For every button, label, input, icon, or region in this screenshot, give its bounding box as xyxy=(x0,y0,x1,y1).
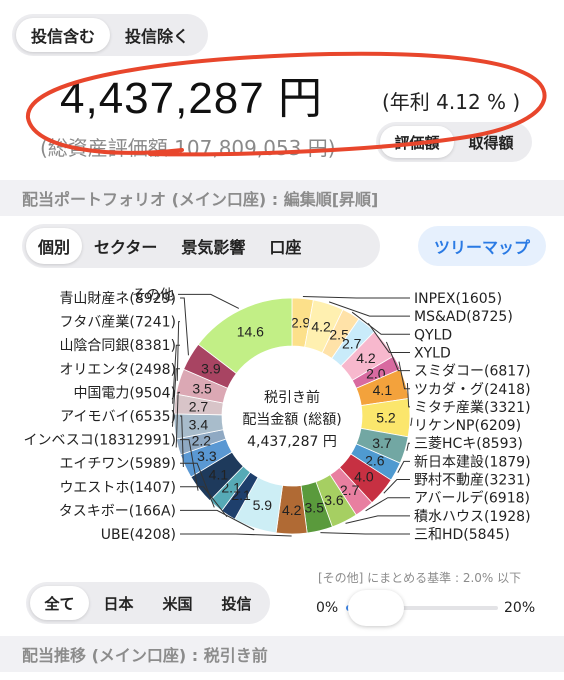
slice-name-label: タスキボー(166A) xyxy=(59,503,176,519)
slice-name-label: ウエストホ(1407) xyxy=(59,480,176,496)
trend-section-header: 配当推移 (メイン口座) : 税引き前 xyxy=(0,636,564,672)
tab-sector[interactable]: セクター xyxy=(82,228,169,264)
slice-leader-line xyxy=(345,515,410,524)
annual-dividend-amount: 4,437,287 円 xyxy=(60,74,323,123)
slice-leader-line xyxy=(320,532,410,535)
valuation-basis-toggle: 評価額 取得額 xyxy=(376,122,532,162)
slice-value-label: 3.6 xyxy=(324,492,344,508)
slice-name-label: オリエンタ(2498) xyxy=(59,362,176,378)
tab-economic-impact[interactable]: 景気影響 xyxy=(169,228,257,264)
slice-leader-line xyxy=(302,295,410,299)
slice-value-label: 2.7 xyxy=(189,398,209,414)
slice-value-label: 2.9 xyxy=(291,314,311,330)
market-filter-tabs: 全て 日本 米国 投信 xyxy=(26,582,270,624)
annual-yield: (年利 4.12 % ) xyxy=(382,90,521,114)
slider-min-label: 0% xyxy=(316,600,339,616)
slice-name-label: XYLD xyxy=(414,345,451,361)
slice-value-label: 4.1 xyxy=(373,382,393,398)
slice-value-label: 5.2 xyxy=(376,409,396,425)
slice-name-label: UBE(4208) xyxy=(101,527,176,543)
chart-center-label: 配当金額 (総額) xyxy=(242,412,341,428)
slice-value-label: 3.7 xyxy=(372,435,392,451)
slice-name-label: 三和HD(5845) xyxy=(414,527,510,543)
slice-leader-line xyxy=(176,321,180,381)
include-funds-option[interactable]: 投信含む xyxy=(16,18,110,52)
slice-name-label: インベスコ(18312991) xyxy=(24,433,176,449)
total-assets-value: (総資産評価額 107,809,053 円) xyxy=(40,136,336,160)
slice-value-label: 14.6 xyxy=(237,324,264,340)
category-tabs: 個別 セクター 景気影響 口座 xyxy=(22,224,380,268)
market-value-option[interactable]: 評価額 xyxy=(380,126,454,158)
slice-name-label: 中国電力(9504) xyxy=(73,385,176,401)
slice-name-label: 三菱HCキ(8593) xyxy=(414,436,523,452)
chart-center-label: 税引き前 xyxy=(264,389,320,406)
slice-value-label: 3.5 xyxy=(192,380,212,396)
treemap-button[interactable]: ツリーマップ xyxy=(418,226,546,266)
slice-value-label: 5.9 xyxy=(253,497,273,513)
slice-name-label: 積水ハウス(1928) xyxy=(414,509,531,525)
tab-japan[interactable]: 日本 xyxy=(89,586,148,620)
slice-value-label: 4.2 xyxy=(282,502,302,518)
slice-name-label: スミダコー(6817) xyxy=(414,364,531,380)
exclude-funds-option[interactable]: 投信除く xyxy=(110,18,204,52)
slice-leader-line xyxy=(178,293,240,309)
tab-individual[interactable]: 個別 xyxy=(26,228,83,264)
slice-name-label: QYLD xyxy=(414,327,452,343)
slice-value-label: 4.2 xyxy=(311,319,331,335)
slice-name-label: アイモバイ(6535) xyxy=(60,409,176,425)
slice-name-label: 山陰合同銀(8381) xyxy=(59,338,176,354)
slice-value-label: 4.1 xyxy=(209,466,229,482)
tab-us[interactable]: 米国 xyxy=(148,586,207,620)
slice-name-label: 新日本建設(1879) xyxy=(414,454,531,470)
slice-leader-line xyxy=(180,533,292,537)
slice-name-label: ツカダ・グ(2418) xyxy=(414,382,531,398)
slice-value-label: 3.4 xyxy=(189,416,209,432)
slice-name-label: MS&AD(8725) xyxy=(414,309,513,325)
include-funds-toggle: 投信含む 投信除く xyxy=(12,14,208,56)
tab-all[interactable]: 全て xyxy=(30,586,89,620)
slice-leader-line xyxy=(180,297,189,356)
slice-value-label: 4.2 xyxy=(356,350,376,366)
dividend-donut-chart: 2.9 4.22.52.74.22.04.15.23.72.64.02.73.63… xyxy=(24,287,531,543)
slice-name-label: その他 xyxy=(132,287,174,303)
threshold-slider-handle[interactable] xyxy=(348,590,404,626)
slice-value-label: 3.9 xyxy=(201,360,221,376)
slice-name-label: リケンNP(6209) xyxy=(414,418,521,434)
slice-name-label: 野村不動産(3231) xyxy=(414,473,531,489)
tab-funds[interactable]: 投信 xyxy=(207,586,266,620)
slice-name-label: エイチワン(5989) xyxy=(59,456,176,472)
slice-leader-line xyxy=(406,442,410,451)
other-threshold-note: [その他] にまとめる基準 : 2.0% 以下 xyxy=(318,571,522,585)
slice-name-label: INPEX(1605) xyxy=(414,291,502,307)
slice-name-label: フタバ産業(7241) xyxy=(59,315,176,331)
acquisition-cost-option[interactable]: 取得額 xyxy=(454,126,528,158)
chart-center-label: 4,437,287 円 xyxy=(247,434,337,450)
slice-value-label: 3.5 xyxy=(305,499,325,515)
slider-max-label: 20% xyxy=(504,600,536,616)
slice-name-label: ミタチ産業(3321) xyxy=(414,400,531,416)
portfolio-section-header: 配当ポートフォリオ (メイン口座) : 編集順[昇順] xyxy=(0,180,564,216)
tab-account[interactable]: 口座 xyxy=(257,228,313,264)
slice-name-label: アバールデ(6918) xyxy=(414,490,530,507)
slice-value-label: 3.3 xyxy=(197,448,217,464)
